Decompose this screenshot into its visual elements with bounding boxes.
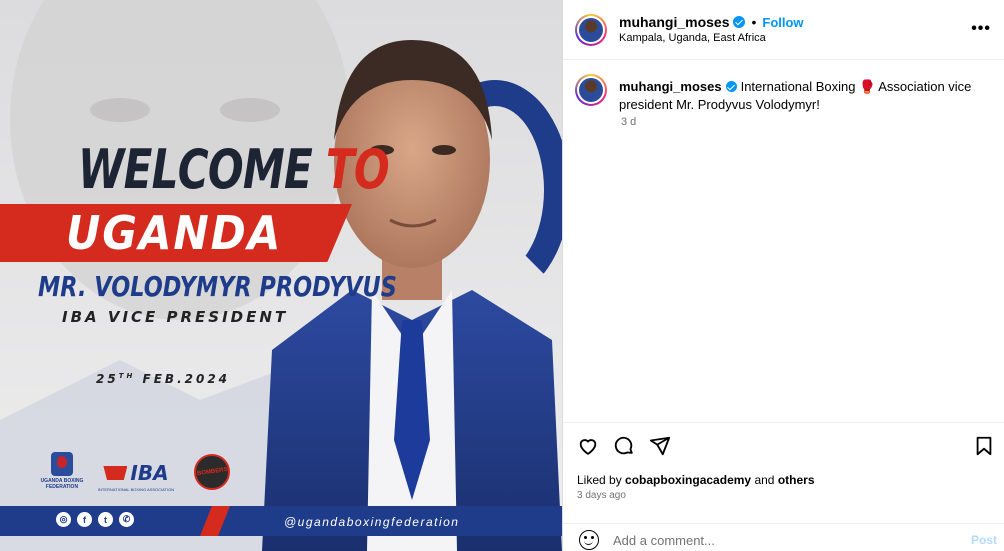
social-icons: ◎ f t ✆ (56, 512, 134, 527)
twitter-icon: t (98, 512, 113, 527)
liked-by-others[interactable]: others (778, 473, 815, 487)
liked-by-prefix: Liked by (577, 473, 622, 487)
emoji-icon[interactable] (579, 530, 599, 550)
iba-glove-icon (103, 466, 128, 480)
poster-guest-name: MR. VOLODYMYR PRODYVUS (38, 270, 397, 303)
post-date[interactable]: 3 days ago (577, 490, 626, 501)
comment-icon[interactable] (613, 435, 635, 457)
ubf-logo: UGANDA BOXING FEDERATION (36, 452, 88, 490)
to-word: TO (325, 138, 390, 201)
ubf-logo-text: UGANDA BOXING FEDERATION (40, 478, 84, 490)
date-rest: FEB.2024 (142, 372, 231, 386)
author-avatar[interactable] (575, 14, 607, 46)
welcome-word: WELCOME (78, 138, 313, 201)
like-heart-icon[interactable] (577, 435, 599, 457)
verified-badge-icon (733, 16, 746, 28)
instagram-post-view: WELCOME TO UGANDA MR. VOLODYMYR PRODYVUS… (0, 0, 1004, 551)
bombers-logo: BOMBERS (194, 454, 230, 490)
post-actions: Liked by cobapboxingacademy and others 3… (563, 422, 1004, 551)
comment-input[interactable] (613, 530, 933, 550)
poster-welcome-heading: WELCOME TO (78, 138, 390, 201)
caption-timestamp[interactable]: 3 d (621, 116, 636, 128)
author-username[interactable]: muhangi_moses (619, 14, 729, 30)
poster-guest-role: IBA VICE PRESIDENT (62, 308, 289, 326)
iba-logo-subtext: INTERNATIONAL BOXING ASSOCIATION (97, 487, 175, 492)
liked-by-and: and (754, 473, 775, 487)
separator-dot: • (751, 14, 757, 30)
save-bookmark[interactable] (973, 435, 995, 462)
post-sidebar: muhangi_moses • Follow Kampala, Uganda, … (562, 0, 1004, 551)
action-icons (577, 435, 671, 457)
post-comment-button[interactable]: Post (971, 533, 997, 547)
date-suffix: TH (118, 372, 136, 380)
caption-username[interactable]: muhangi_moses (619, 79, 722, 94)
liked-by: Liked by cobapboxingacademy and others (577, 473, 815, 487)
poster-country: UGANDA (66, 206, 283, 260)
comment-bar: Post (563, 523, 1004, 551)
post-caption: muhangi_moses International Boxing 🥊 Asso… (619, 78, 989, 114)
post-image[interactable]: WELCOME TO UGANDA MR. VOLODYMYR PRODYVUS… (0, 0, 562, 551)
bookmark-icon[interactable] (973, 435, 995, 457)
caption-verified-badge-icon (725, 81, 737, 92)
share-icon[interactable] (649, 435, 671, 457)
instagram-icon: ◎ (56, 512, 71, 527)
caption-author-avatar[interactable] (575, 74, 607, 106)
facebook-icon: f (77, 512, 92, 527)
poster-handle: @ugandaboxingfederation (284, 515, 460, 529)
liked-by-user[interactable]: cobapboxingacademy (625, 473, 751, 487)
poster-date: 25TH FEB.2024 (96, 372, 230, 386)
post-header: muhangi_moses • Follow Kampala, Uganda, … (563, 0, 1004, 60)
author-name-row: muhangi_moses • Follow (619, 14, 804, 30)
iba-logo-text: IBA (130, 461, 169, 485)
whatsapp-icon: ✆ (119, 512, 134, 527)
iba-mark: IBA (103, 461, 169, 485)
footer-red-stripe (200, 506, 230, 536)
ubf-crest-icon (51, 452, 73, 476)
post-location[interactable]: Kampala, Uganda, East Africa (619, 32, 766, 44)
follow-button[interactable]: Follow (762, 15, 803, 30)
iba-logo: IBA INTERNATIONAL BOXING ASSOCIATION (96, 461, 176, 492)
bombers-logo-text: BOMBERS (196, 466, 228, 478)
more-options-button[interactable]: ••• (971, 20, 991, 38)
date-day: 25 (96, 372, 119, 386)
